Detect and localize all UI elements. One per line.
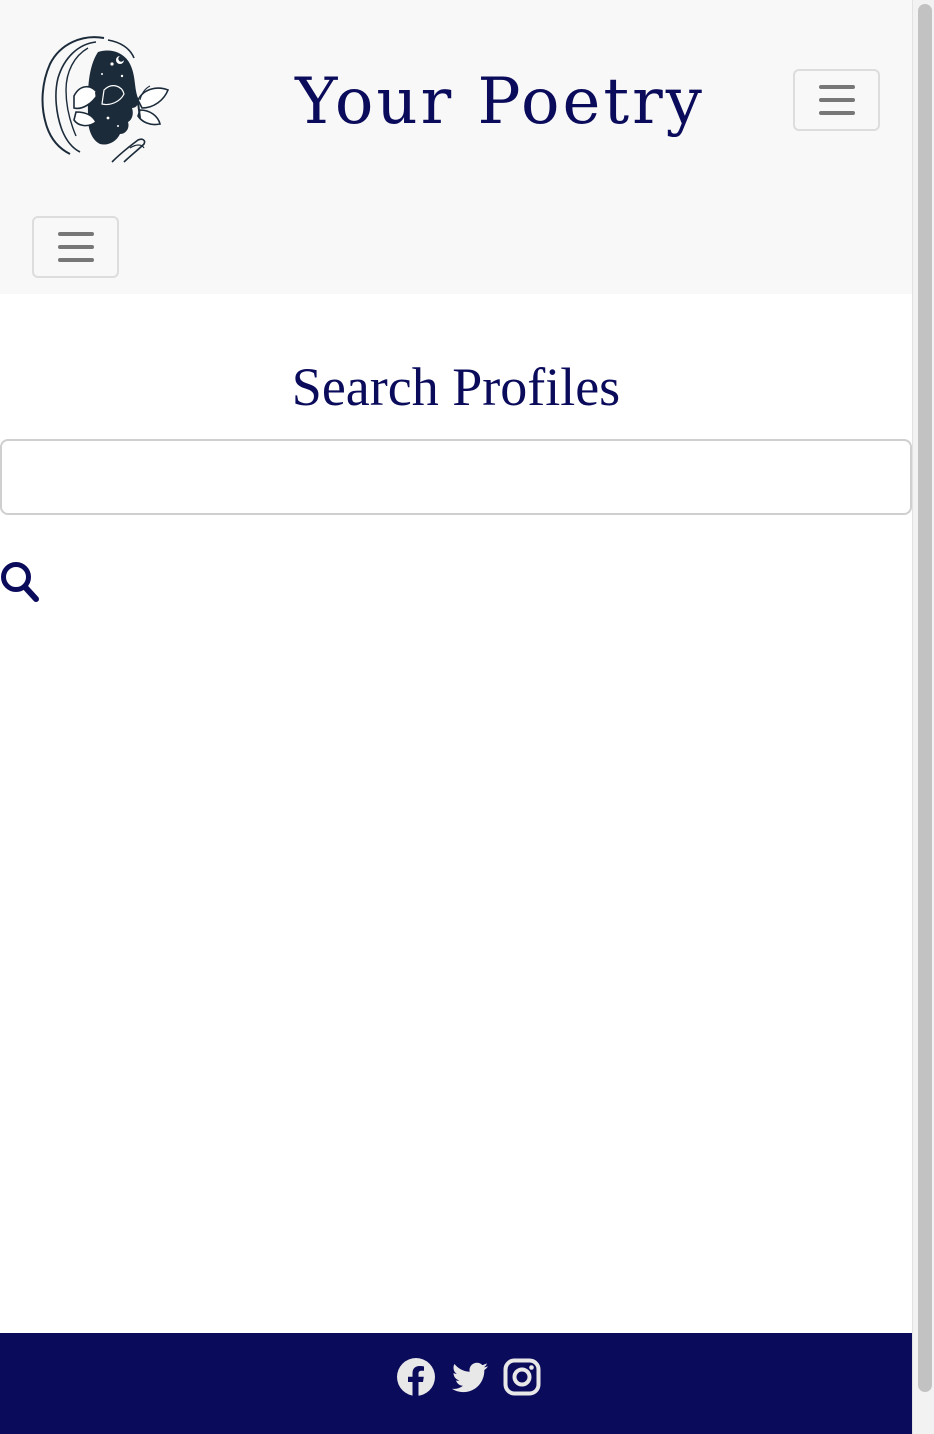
brand-title[interactable]: Your Poetry [230,65,770,140]
footer [0,1333,912,1434]
facebook-icon[interactable] [396,1357,436,1397]
page-title: Search Profiles [291,357,621,417]
scrollbar-thumb[interactable] [918,4,932,1392]
navbar-toggle-button-secondary[interactable] [32,216,119,278]
content-area: Your Poetry Search Profiles [0,0,912,1434]
search-button[interactable] [0,560,42,604]
search-icon [1,562,39,602]
instagram-icon[interactable] [502,1357,542,1397]
navbar: Your Poetry [0,0,912,294]
logo-link[interactable] [34,30,176,166]
hamburger-icon [57,232,94,262]
search-input[interactable] [0,439,912,515]
page: Your Poetry Search Profiles [0,0,934,1434]
twitter-icon[interactable] [450,1357,490,1397]
hamburger-icon [818,85,855,115]
woman-butterfly-logo-icon [41,36,170,163]
navbar-toggle-button-top[interactable] [793,69,880,131]
